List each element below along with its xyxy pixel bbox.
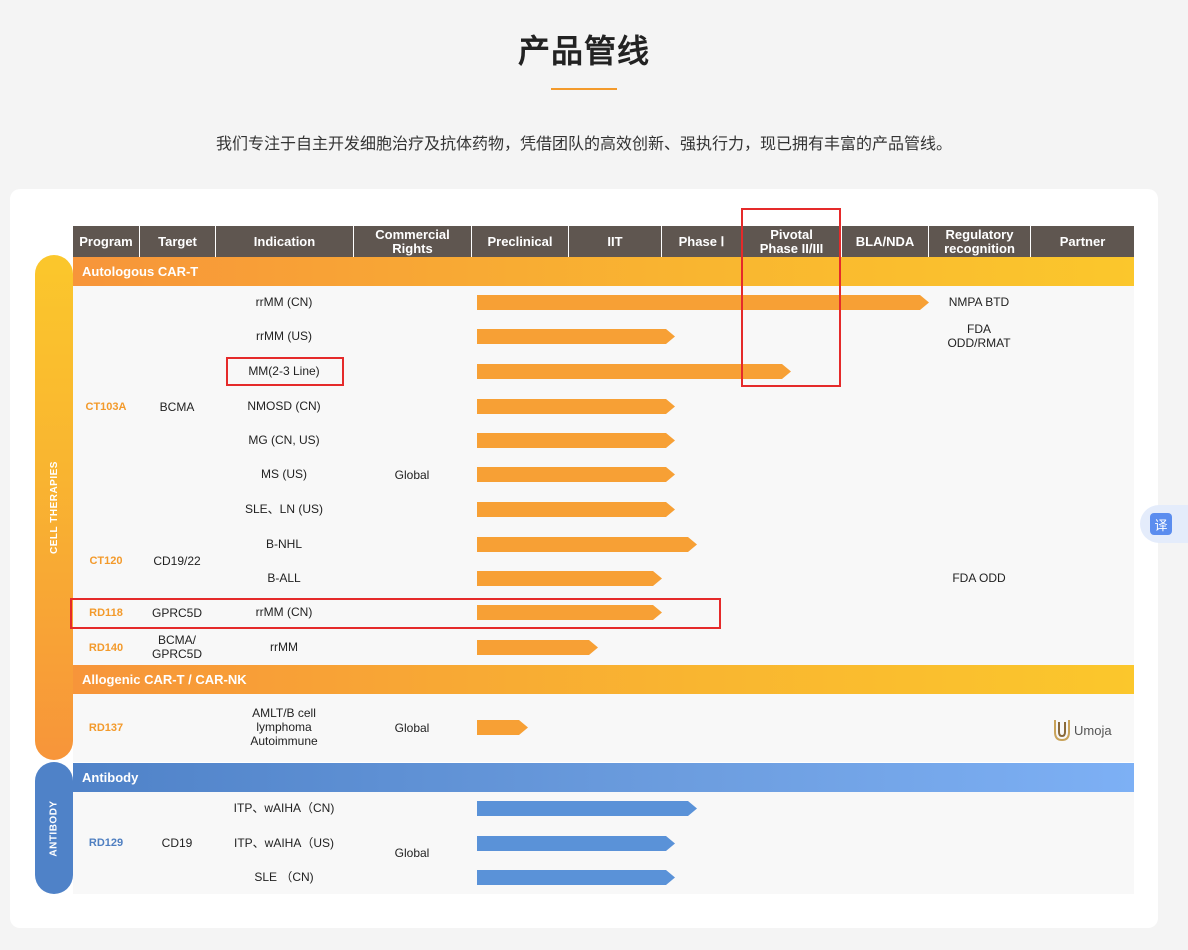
highlight-pivotal-column [741,208,841,387]
header-iit: IIT [568,226,661,257]
partner-umoja-logo: Umoja [1053,718,1112,742]
indication-label: SLE （CN) [254,870,314,884]
header-bla-nda: BLA/NDA [841,226,928,257]
highlight-mm-indication [226,357,344,386]
umoja-logo-icon [1054,720,1070,742]
section-allogenic: Allogenic CAR-T / CAR-NK [73,665,1134,694]
indication-label: MS (US) [261,467,307,481]
indication-label: ITP、wAIHA（US) [233,836,334,850]
progress-bar [477,295,929,310]
page-subtitle: 我们专注于自主开发细胞治疗及抗体药物，凭借团队的高效创新、强执行力，现已拥有丰富… [215,134,952,153]
program-rd137: RD137 [88,722,124,734]
indication-label: rrMM (CN) [255,295,313,309]
table-header: Program Target Indication Commercial Rig… [73,226,1134,257]
progress-bar [477,836,675,851]
progress-bar [477,329,675,344]
header-indication: Indication [215,226,353,257]
rights-rd137: Global [394,721,430,735]
progress-bar [477,502,675,517]
regulatory-label: NMPA BTD [948,295,1010,309]
program-ct120: CT120 [89,555,123,567]
regulatory-label: FDA ODD [952,571,1006,585]
page-title: 产品管线 [517,32,650,70]
translate-button[interactable]: 译 [1140,505,1188,543]
header-regulatory: Regulatory recognition [928,226,1030,257]
header-target: Target [139,226,215,257]
progress-bar [477,720,528,735]
progress-bar [477,467,675,482]
program-rd140: RD140 [88,642,124,654]
progress-bar [477,537,697,552]
header-preclinical: Preclinical [471,226,568,257]
target-ct103a: BCMA [159,400,195,414]
indication-label: AMLT/B cell lymphoma Autoimmune [250,706,318,748]
indication-label: SLE、LN (US) [244,502,324,516]
pipeline-table: Program Target Indication Commercial Rig… [73,226,1134,894]
progress-bar [477,870,675,885]
target-ct120: CD19/22 [153,554,201,568]
indication-label: ITP、wAIHA（CN) [233,801,335,815]
progress-bar [477,571,662,586]
translate-icon: 译 [1150,513,1172,535]
indication-label: B-NHL [265,537,302,551]
regulatory-label: FDA ODD/RMAT [947,322,1011,350]
header-partner: Partner [1030,226,1134,257]
header-commercial-rights: Commercial Rights [353,226,471,257]
program-rd129: RD129 [88,837,124,849]
cell-therapies-label: CELL THERAPIES [35,255,73,760]
highlight-rd118-row [70,598,721,629]
antibody-label: ANTIBODY [35,762,73,894]
indication-label: MG (CN, US) [248,433,320,447]
progress-bar [477,433,675,448]
indication-label: B-ALL [267,571,301,585]
partner-umoja: Umoja [1074,722,1112,738]
rights-rd129: Global [394,846,430,860]
indication-label: NMOSD (CN) [247,399,321,413]
program-ct103a: CT103A [85,401,127,413]
section-antibody: Antibody [73,763,1134,792]
rights-ct103a: Global [394,468,430,482]
target-rd129: CD19 [161,836,193,850]
indication-label: rrMM [270,640,298,654]
progress-bar [477,640,598,655]
indication-label: rrMM (US) [256,329,312,343]
header-phase-1: Phase Ⅰ [661,226,741,257]
target-rd140: BCMA/ GPRC5D [151,633,202,661]
progress-bar [477,399,675,414]
section-autologous: Autologous CAR-T [73,257,1134,286]
title-underline [551,88,617,90]
progress-bar [477,801,697,816]
header-program: Program [73,226,139,257]
